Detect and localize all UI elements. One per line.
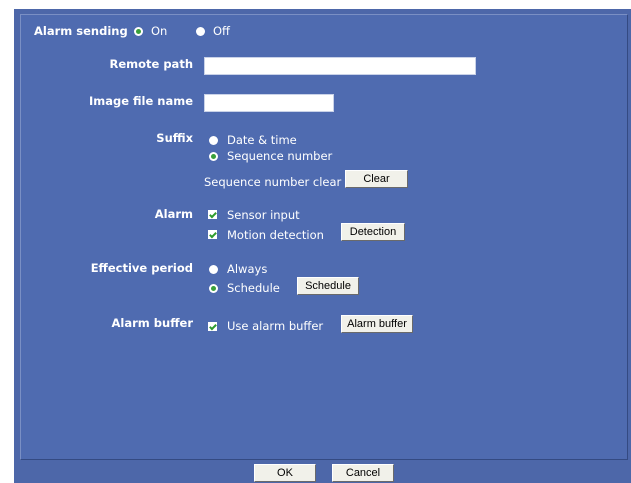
ok-button[interactable]: OK <box>254 464 316 482</box>
alarm-sending-label: Alarm sending <box>34 24 128 38</box>
use-alarm-buffer-label: Use alarm buffer <box>227 319 324 333</box>
suffix-date-time-label: Date & time <box>227 133 297 147</box>
schedule-button[interactable]: Schedule <box>297 277 359 295</box>
alarm-sending-off-label: Off <box>213 24 230 38</box>
motion-detection-label: Motion detection <box>227 228 324 242</box>
sequence-number-clear-label: Sequence number clear <box>204 175 342 189</box>
alarm-sending-on-label: On <box>151 24 168 38</box>
alarm-buffer-button[interactable]: Alarm buffer <box>341 315 413 333</box>
image-file-name-input[interactable] <box>204 94 334 112</box>
effective-period-always-label: Always <box>227 262 268 276</box>
suffix-sequence-number-radio[interactable] <box>209 152 218 161</box>
suffix-label: Suffix <box>156 131 193 145</box>
remote-path-input[interactable] <box>204 57 476 75</box>
image-file-name-label: Image file name <box>88 94 193 108</box>
alarm-sending-off-radio[interactable] <box>196 27 205 36</box>
remote-path-label: Remote path <box>109 57 193 71</box>
motion-detection-checkbox[interactable] <box>208 230 217 239</box>
effective-period-always-radio[interactable] <box>209 265 218 274</box>
use-alarm-buffer-checkbox[interactable] <box>208 322 217 331</box>
suffix-date-time-radio[interactable] <box>209 136 218 145</box>
effective-period-label: Effective period <box>90 261 193 275</box>
settings-panel <box>20 14 628 460</box>
sensor-input-label: Sensor input <box>227 208 300 222</box>
alarm-buffer-label: Alarm buffer <box>111 316 193 330</box>
clear-button[interactable]: Clear <box>345 170 408 188</box>
sensor-input-checkbox[interactable] <box>208 210 217 219</box>
detection-button[interactable]: Detection <box>341 223 405 241</box>
effective-period-schedule-radio[interactable] <box>209 284 218 293</box>
suffix-sequence-number-label: Sequence number <box>227 149 333 163</box>
alarm-label: Alarm <box>154 207 193 221</box>
cancel-button[interactable]: Cancel <box>332 464 394 482</box>
effective-period-schedule-label: Schedule <box>227 281 280 295</box>
alarm-sending-on-radio[interactable] <box>134 27 143 36</box>
footer-bar <box>14 460 631 483</box>
